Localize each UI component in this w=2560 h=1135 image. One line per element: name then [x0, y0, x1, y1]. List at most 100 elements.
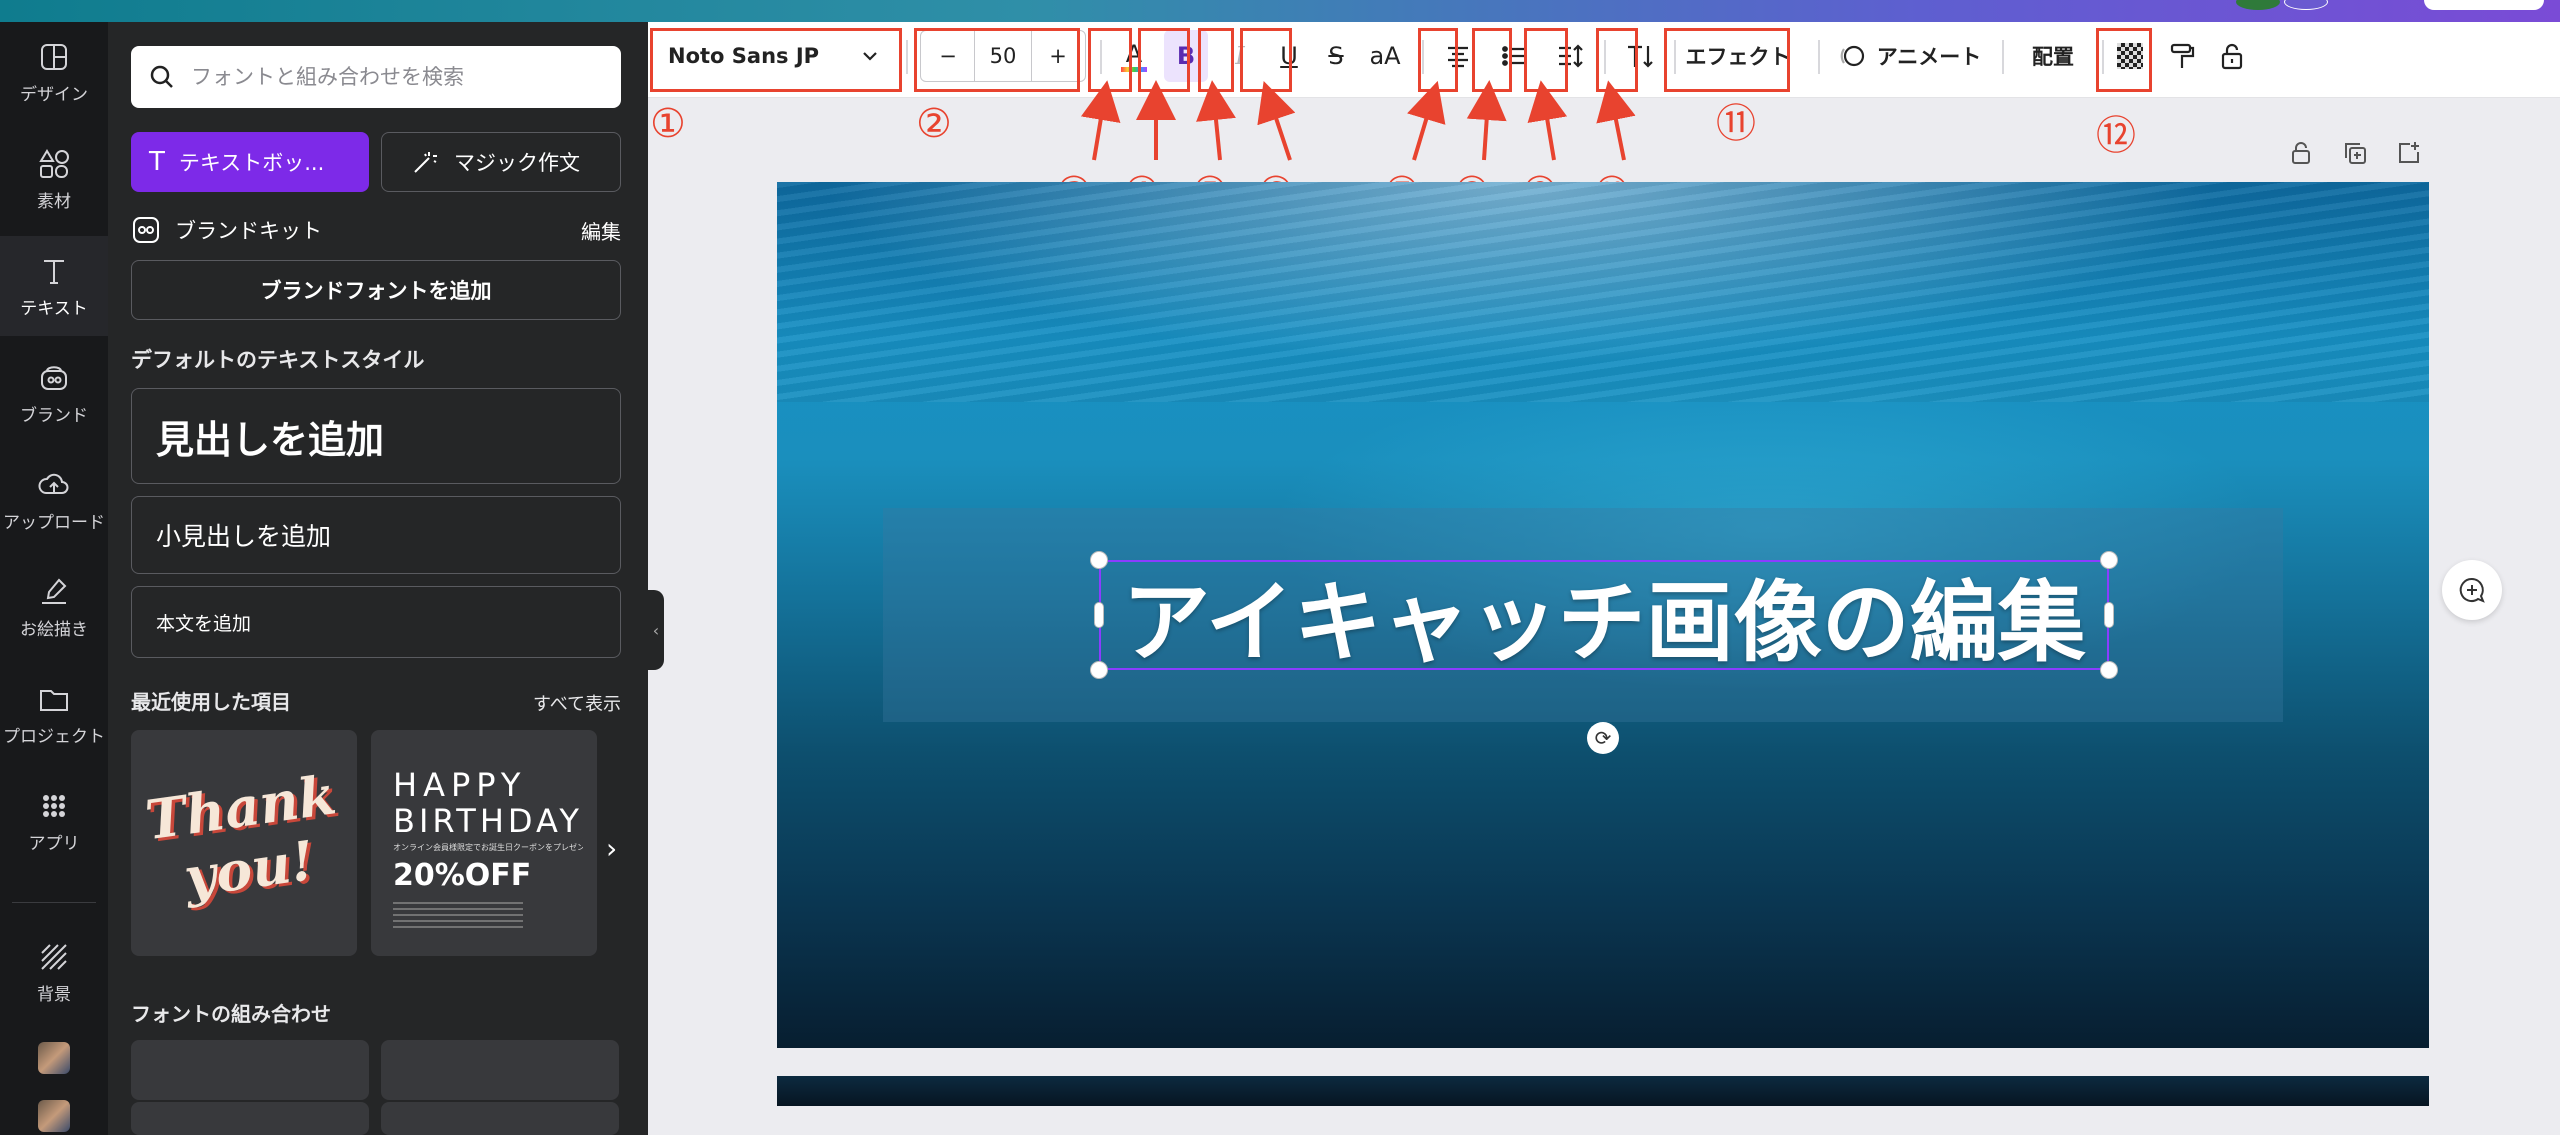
rail-item-text[interactable]: テキスト — [0, 236, 108, 336]
annotation-number: ② — [916, 101, 952, 147]
duplicate-page-button[interactable] — [2342, 140, 2368, 170]
rail-item-elements[interactable]: 素材 — [0, 129, 108, 229]
toolbar-divider — [2002, 40, 2004, 74]
lock-icon — [2221, 43, 2243, 70]
rail-label: プロジェクト — [3, 726, 105, 747]
add-page-button[interactable] — [2396, 140, 2422, 170]
resize-handle-right[interactable] — [2104, 602, 2114, 628]
recent-item-thank-you[interactable]: Thank you! — [131, 730, 357, 956]
rail-divider — [12, 902, 96, 903]
annotation-box-underline — [1240, 28, 1292, 92]
recent-design-thumbnail[interactable] — [38, 1100, 70, 1132]
add-page-icon — [2399, 142, 2419, 163]
collaborator-avatar[interactable] — [2284, 0, 2328, 10]
font-combo-card[interactable] — [381, 1102, 619, 1135]
annotation-box-font — [650, 28, 902, 92]
annotation-box-size — [914, 28, 1080, 92]
add-heading-button[interactable]: 見出しを追加 — [131, 388, 621, 484]
water-ripple-overlay — [777, 182, 2429, 402]
rail-item-projects[interactable]: プロジェクト — [0, 664, 108, 764]
comment-add-icon — [2459, 577, 2485, 603]
add-textbox-button[interactable]: T テキストボッ... — [131, 132, 369, 192]
resize-handle-left[interactable] — [1094, 602, 1104, 628]
arrow-3 — [1080, 80, 1121, 161]
arrow-5 — [1196, 80, 1236, 161]
brand-icon — [41, 365, 67, 390]
design-canvas-page[interactable]: アイキャッチ画像の編集 ⟳ — [777, 182, 2429, 1048]
position-button[interactable]: 配置 — [2014, 30, 2092, 82]
annotation-box-align — [1418, 28, 1458, 92]
collapse-panel-handle[interactable]: ‹ — [648, 590, 664, 670]
animate-button[interactable]: アニメート — [1826, 30, 1992, 82]
resize-handle-top-right[interactable] — [2100, 551, 2118, 569]
add-comment-button[interactable] — [2442, 560, 2502, 620]
resize-handle-bottom-left[interactable] — [1090, 661, 1108, 679]
rail-label: 背景 — [37, 984, 71, 1005]
arrow-10 — [1596, 80, 1636, 161]
annotation-box-effects — [1664, 28, 1790, 92]
paint-roller-icon — [2170, 43, 2195, 68]
rail-label: お絵描き — [20, 619, 88, 640]
strikethrough-button[interactable]: S — [1316, 30, 1356, 82]
brandkit-label: ブランドキット — [175, 219, 322, 243]
animate-icon — [1840, 45, 1864, 67]
design-icon — [41, 43, 67, 70]
next-page-preview[interactable] — [777, 1076, 2429, 1106]
font-search-bar[interactable] — [131, 46, 621, 108]
happy-text: HAPPY — [393, 766, 527, 804]
chevron-right-icon[interactable]: › — [606, 832, 617, 865]
annotation-box-italic — [1198, 28, 1234, 92]
see-all-link[interactable]: すべて表示 — [533, 690, 621, 716]
search-icon — [150, 65, 173, 88]
annotation-box-vertical — [1596, 28, 1638, 92]
rail-item-draw[interactable]: お絵描き — [0, 557, 108, 657]
copy-style-button[interactable] — [2162, 30, 2202, 82]
font-search-input[interactable] — [191, 65, 611, 89]
annotation-box-spacing — [1524, 28, 1568, 92]
text-side-panel: T テキストボッ... マジック作文 ブランドキット 編集 ブランドフォントを追… — [108, 22, 648, 1135]
birthday-text: BIRTHDAY — [393, 802, 583, 840]
magic-write-label: マジック作文 — [454, 151, 580, 175]
arrow-9 — [1527, 80, 1568, 161]
font-combo-card[interactable] — [131, 1040, 369, 1100]
recent-item-happy-birthday[interactable]: HAPPY BIRTHDAY オンライン会員様限定でお誕生日クーポンをプレゼント… — [371, 730, 597, 956]
rail-label: ブランド — [20, 405, 88, 426]
default-styles-title: デフォルトのテキストスタイル — [131, 348, 425, 372]
add-body-text-button[interactable]: 本文を追加 — [131, 586, 621, 658]
rail-item-background[interactable]: 背景 — [0, 922, 108, 1022]
font-combo-card[interactable] — [131, 1102, 369, 1135]
lock-icon — [2292, 142, 2310, 164]
rail-item-brand[interactable]: ブランド — [0, 343, 108, 443]
resize-handle-top-left[interactable] — [1090, 551, 1108, 569]
magic-write-button[interactable]: マジック作文 — [381, 132, 621, 192]
lock-button[interactable] — [2212, 30, 2252, 82]
discount-text: 20%OFF — [393, 858, 532, 893]
letter-case-button[interactable]: aA — [1360, 30, 1410, 82]
left-rail: デザイン 素材 テキスト ブランド アップロード お絵描き プロジェクト アプリ… — [0, 22, 108, 1135]
share-button[interactable] — [2424, 0, 2544, 10]
folder-icon — [40, 689, 68, 711]
strikethrough-icon: S — [1328, 42, 1344, 70]
annotation-box-bold — [1138, 28, 1190, 92]
rail-item-design[interactable]: デザイン — [0, 22, 108, 122]
font-combo-card[interactable] — [381, 1040, 619, 1100]
annotation-box-transparency — [2096, 28, 2152, 92]
resize-handle-bottom-right[interactable] — [2100, 661, 2118, 679]
toolbar-divider — [1818, 40, 1820, 74]
rotate-icon: ⟳ — [1594, 726, 1612, 750]
annotation-number: ⑪ — [1716, 101, 1756, 147]
rail-item-apps[interactable]: アプリ — [0, 771, 108, 871]
rail-label: テキスト — [20, 298, 88, 319]
add-subheading-button[interactable]: 小見出しを追加 — [131, 496, 621, 574]
user-avatar[interactable] — [2236, 0, 2280, 10]
add-brand-font-button[interactable]: ブランドフォントを追加 — [131, 260, 621, 320]
rail-item-upload[interactable]: アップロード — [0, 450, 108, 550]
annotation-number: ① — [650, 101, 686, 147]
rail-label: デザイン — [20, 84, 88, 105]
brandkit-edit-link[interactable]: 編集 — [581, 216, 621, 245]
recent-design-thumbnail[interactable] — [38, 1042, 70, 1074]
background-icon — [41, 943, 67, 970]
rotate-handle[interactable]: ⟳ — [1587, 722, 1619, 754]
page-lock-button[interactable] — [2288, 140, 2314, 170]
duplicate-icon — [2345, 143, 2366, 164]
